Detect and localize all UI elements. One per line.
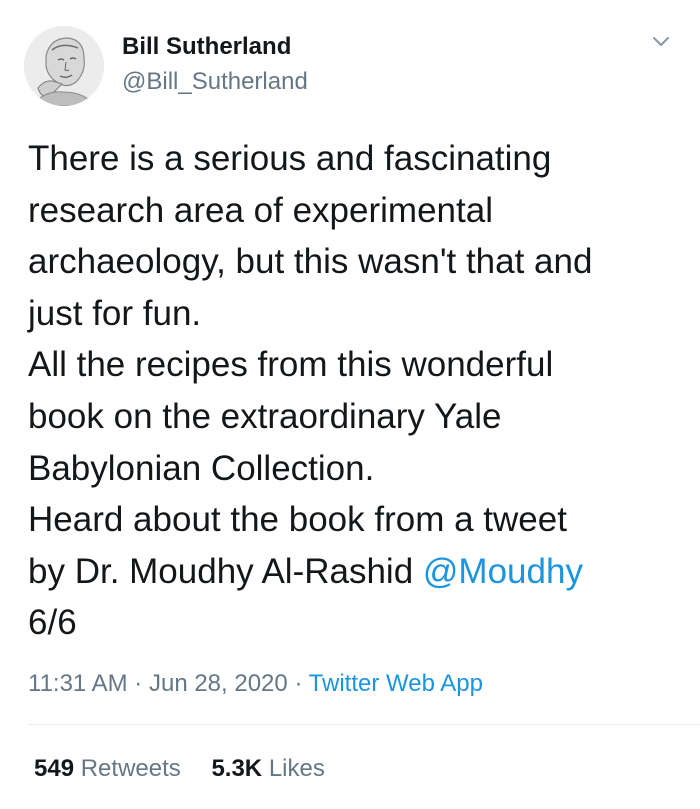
tweet-text-line: There is a serious and fascinating: [28, 139, 552, 178]
tweet-meta: 11:31 AM · Jun 28, 2020 · Twitter Web Ap…: [28, 670, 483, 698]
likes-label: Likes: [268, 755, 325, 782]
tweet-date[interactable]: Jun 28, 2020: [149, 670, 288, 697]
tweet-text-line: All the recipes from this wonderful: [28, 345, 554, 385]
tweet-text-line: by Dr. Moudhy Al-Rashid @Moudhy: [28, 546, 678, 598]
tweet-text-line: archaeology, but this wasn't that and: [28, 242, 593, 282]
retweets-count: 549: [34, 755, 75, 782]
avatar-sketch-icon: [24, 26, 104, 106]
tweet-text: There is a serious and fascinating resea…: [28, 133, 678, 649]
tweet-text-segment: by Dr. Moudhy Al-Rashid: [28, 551, 423, 591]
author-handle[interactable]: @Bill_Sutherland: [122, 68, 308, 96]
avatar[interactable]: [24, 26, 104, 106]
tweet-time[interactable]: 11:31 AM: [28, 670, 128, 697]
mention-link[interactable]: @Moudhy: [423, 552, 583, 591]
meta-separator: ·: [134, 670, 143, 697]
likes-stat[interactable]: 5.3K Likes: [211, 755, 324, 782]
divider: [28, 724, 700, 725]
tweet-text-line: book on the extraordinary Yale: [28, 396, 502, 436]
tweet-text-line: research area of experimental: [28, 190, 493, 230]
tweet-text-line: just for fun.: [28, 293, 202, 333]
engagement-stats: 549 Retweets 5.3K Likes: [34, 755, 349, 783]
meta-separator: ·: [294, 670, 303, 697]
retweets-label: Retweets: [80, 755, 181, 782]
likes-count: 5.3K: [211, 755, 263, 782]
tweet-text-line: Heard about the book from a tweet: [28, 500, 567, 540]
chevron-down-icon[interactable]: [648, 32, 674, 52]
retweets-stat[interactable]: 549 Retweets: [34, 755, 181, 782]
author-name[interactable]: Bill Sutherland: [122, 33, 291, 61]
tweet-card: Bill Sutherland @Bill_Sutherland There i…: [0, 0, 700, 809]
source-app-link[interactable]: Twitter Web App: [309, 670, 483, 697]
tweet-text-line: Babylonian Collection.: [28, 448, 375, 488]
tweet-text-line: 6/6: [28, 603, 77, 643]
